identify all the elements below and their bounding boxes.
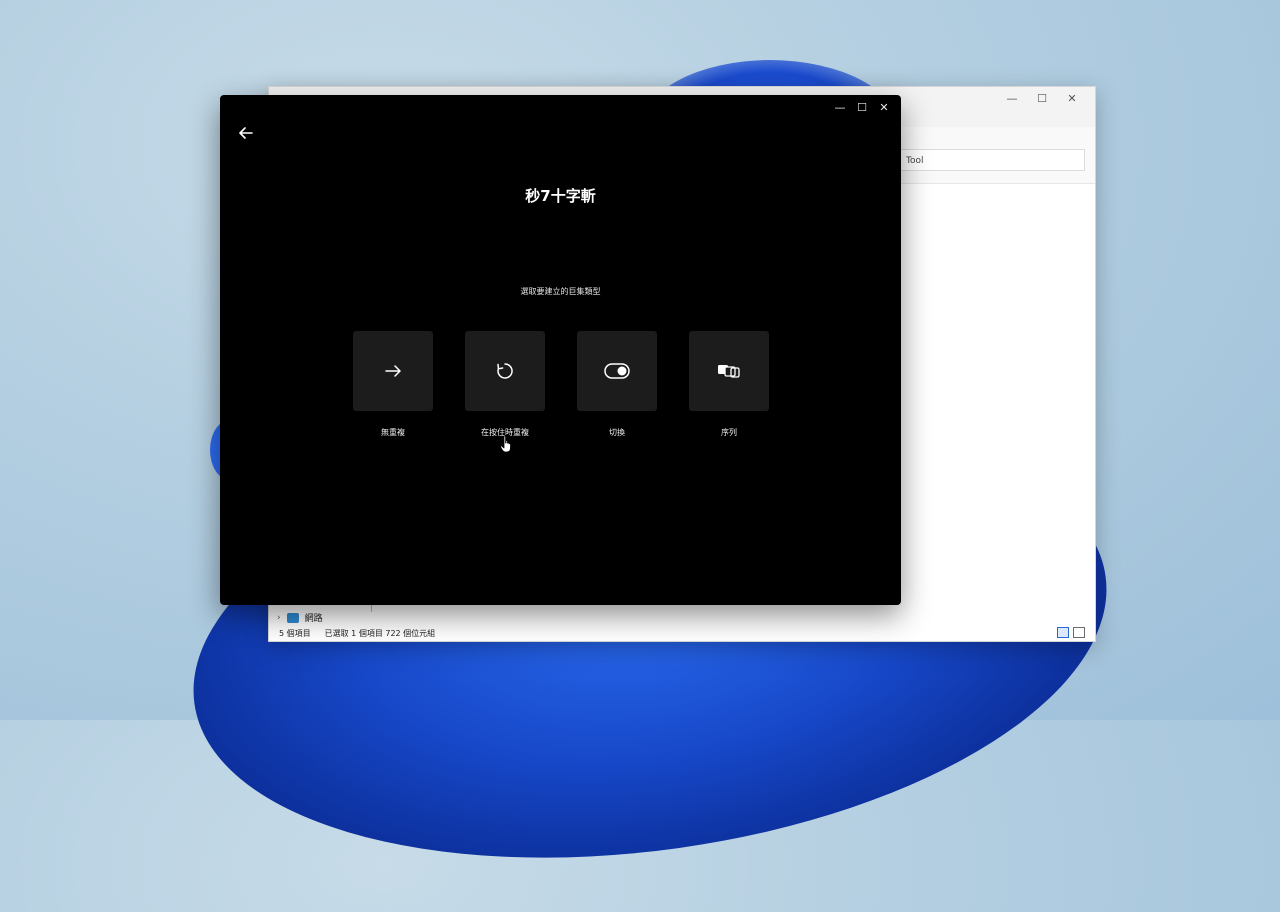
hand-cursor-icon [500,435,511,453]
macro-window: — ☐ ✕ 秒7十字斬 選取要建立的巨集類型 無重複 在按住時重複 切換 序列 [220,95,901,605]
tile-no-repeat[interactable] [353,331,433,411]
nav-item-network[interactable]: › 網路 [277,611,323,624]
page-subtitle: 選取要建立的巨集類型 [520,287,601,296]
chevron-right-icon[interactable]: › [277,613,281,623]
status-item-count: 5 個項目 [279,629,311,638]
explorer-minimize-button[interactable]: — [997,89,1027,109]
explorer-window-controls: — ☐ ✕ [997,89,1087,109]
window-controls: — ☐ ✕ [829,99,895,117]
back-button[interactable] [236,123,256,143]
tile-label-no-repeat: 無重複 [381,428,405,437]
maximize-button[interactable]: ☐ [851,99,873,117]
status-selection: 已選取 1 個項目 722 個位元組 [324,629,436,638]
tile-toggle[interactable] [577,331,657,411]
tile-label-toggle: 切換 [609,428,625,437]
explorer-search-input[interactable]: Tool [899,149,1085,171]
network-icon [286,612,299,623]
tile-sequence[interactable] [689,331,769,411]
large-icons-view-icon[interactable] [1073,627,1085,638]
page-title: 秒7十字斬 [525,187,596,205]
sequence-icon [718,365,740,378]
arrow-left-icon [239,127,253,139]
arrow-right-icon [385,365,401,377]
close-button[interactable]: ✕ [873,99,895,117]
explorer-maximize-button[interactable]: ☐ [1027,89,1057,109]
explorer-pane-divider[interactable] [371,604,372,612]
toggle-icon [604,363,630,379]
rotate-icon [497,363,513,379]
tile-label-sequence: 序列 [721,428,737,437]
nav-item-label: 網路 [304,614,323,624]
tile-repeat-while-held[interactable] [465,331,545,411]
explorer-status-bar: 5 個項目 已選取 1 個項目 722 個位元組 [279,628,435,639]
explorer-view-buttons [1057,627,1085,638]
explorer-close-button[interactable]: ✕ [1057,89,1087,109]
details-view-icon[interactable] [1057,627,1069,638]
minimize-button[interactable]: — [829,99,851,117]
